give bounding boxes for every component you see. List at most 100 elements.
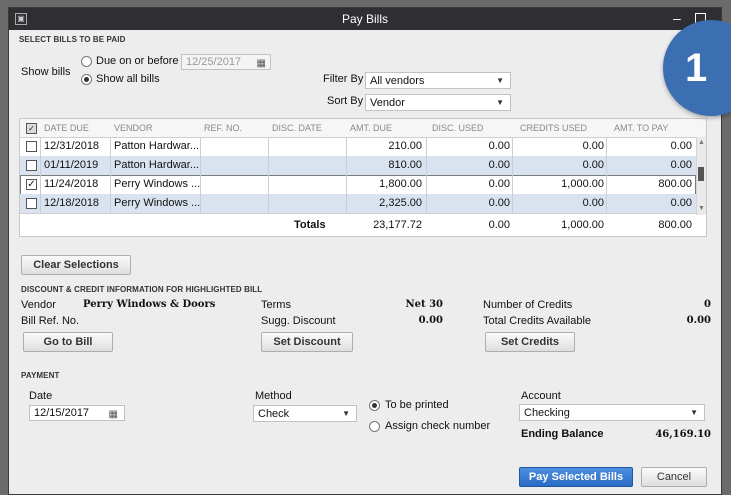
disc-used-cell[interactable]: 0.00 [428, 197, 510, 209]
amt-to-pay-cell[interactable]: 0.00 [608, 140, 692, 152]
method-label: Method [255, 390, 292, 402]
credits-used-cell[interactable]: 0.00 [514, 159, 604, 171]
credits-used-cell[interactable]: 1,000.00 [514, 178, 604, 190]
table-row[interactable]: 12/31/2018 Patton Hardwar... 210.00 0.00… [20, 137, 696, 157]
minimize-icon[interactable]: – [673, 11, 681, 25]
row-checkbox[interactable] [26, 160, 37, 171]
vendor-label: Vendor [21, 299, 56, 311]
header-amt-due[interactable]: AMT. DUE [350, 123, 392, 133]
account-value: Checking [524, 407, 570, 419]
num-credits-label: Number of Credits [483, 299, 573, 311]
cancel-button[interactable]: Cancel [641, 467, 707, 487]
date-due-cell: 11/24/2018 [44, 178, 99, 190]
amt-due-cell: 210.00 [388, 140, 422, 152]
credits-used-cell[interactable]: 0.00 [514, 197, 604, 209]
total-amt-due: 23,177.72 [373, 219, 422, 231]
method-dropdown[interactable]: Check ▼ [253, 405, 357, 422]
vendor-cell: Perry Windows ... [114, 178, 201, 190]
assign-check-number-radio[interactable] [369, 421, 380, 432]
column-divider [346, 137, 347, 213]
header-credits-used[interactable]: CREDITS USED [520, 123, 587, 133]
amt-to-pay-cell[interactable]: 0.00 [608, 197, 692, 209]
table-scrollbar[interactable]: ▲ ▼ [696, 137, 706, 215]
disc-used-cell[interactable]: 0.00 [428, 178, 510, 190]
show-bills-label: Show bills [21, 66, 71, 78]
header-amt-to-pay[interactable]: AMT. TO PAY [614, 123, 668, 133]
scroll-up-icon[interactable]: ▲ [698, 139, 705, 146]
set-credits-button[interactable]: Set Credits [485, 332, 575, 352]
account-dropdown[interactable]: Checking ▼ [519, 404, 705, 421]
table-row[interactable]: 12/18/2018 Perry Windows ... 2,325.00 0.… [20, 194, 696, 214]
filter-by-label: Filter By [323, 73, 364, 85]
bills-table: ✓ DATE DUE VENDOR REF. NO. DISC. DATE AM… [19, 118, 707, 237]
assign-check-number-label: Assign check number [385, 420, 491, 432]
column-divider [606, 137, 607, 213]
show-all-bills-radio[interactable] [81, 74, 92, 85]
terms-label: Terms [261, 299, 291, 311]
column-divider [426, 137, 427, 213]
calendar-icon[interactable]: ▦ [109, 408, 118, 421]
row-checkbox-checked[interactable]: ✓ [26, 179, 37, 190]
disc-used-cell[interactable]: 0.00 [428, 140, 510, 152]
header-vendor[interactable]: VENDOR [114, 123, 153, 133]
bill-ref-label: Bill Ref. No. [21, 315, 80, 327]
table-row[interactable]: 01/11/2019 Patton Hardwar... 810.00 0.00… [20, 156, 696, 176]
ending-balance-value: 46,169.10 [655, 429, 711, 440]
scroll-down-icon[interactable]: ▼ [698, 205, 705, 212]
chevron-down-icon: ▼ [342, 409, 350, 418]
header-disc-used[interactable]: DISC. USED [432, 123, 484, 133]
calendar-icon[interactable]: ▦ [257, 57, 266, 70]
due-on-before-radio[interactable] [81, 56, 92, 67]
pay-bills-window: ▣ Pay Bills – SELECT BILLS TO BE PAID Sh… [8, 7, 722, 495]
filter-by-dropdown[interactable]: All vendors ▼ [365, 72, 511, 89]
title-bar: ▣ Pay Bills – [9, 8, 721, 30]
select-all-checkbox[interactable]: ✓ [26, 123, 37, 134]
row-checkbox[interactable] [26, 141, 37, 152]
column-divider [268, 137, 269, 213]
clear-selections-button[interactable]: Clear Selections [21, 255, 131, 275]
pay-selected-bills-button[interactable]: Pay Selected Bills [519, 467, 633, 487]
date-due-cell: 12/18/2018 [44, 197, 100, 209]
chevron-down-icon: ▼ [690, 408, 698, 417]
discount-section-title: DISCOUNT & CREDIT INFORMATION FOR HIGHLI… [21, 285, 263, 294]
credits-used-cell[interactable]: 0.00 [514, 140, 604, 152]
column-divider [110, 137, 111, 213]
total-disc-used: 0.00 [488, 219, 510, 231]
total-credits-used: 1,000.00 [561, 219, 604, 231]
to-be-printed-label: To be printed [385, 399, 449, 411]
select-bills-section-title: SELECT BILLS TO BE PAID [19, 35, 126, 44]
header-disc-date[interactable]: DISC. DATE [272, 123, 322, 133]
to-be-printed-radio[interactable] [369, 400, 380, 411]
due-date-field[interactable]: 12/25/2017 ▦ [181, 54, 271, 70]
vendor-value: Perry Windows & Doors [83, 299, 216, 310]
amt-to-pay-cell[interactable]: 0.00 [608, 159, 692, 171]
table-header: ✓ DATE DUE VENDOR REF. NO. DISC. DATE AM… [20, 119, 706, 138]
vendor-cell: Patton Hardwar... [114, 140, 199, 152]
header-date-due[interactable]: DATE DUE [44, 123, 89, 133]
show-all-bills-label: Show all bills [96, 73, 160, 85]
payment-date-field[interactable]: 12/15/2017 ▦ [29, 405, 125, 421]
chevron-down-icon: ▼ [496, 98, 504, 107]
filter-by-value: All vendors [370, 75, 425, 87]
due-date-value: 12/25/2017 [186, 56, 242, 68]
date-due-cell: 01/11/2019 [44, 159, 99, 171]
payment-section-title: PAYMENT [21, 371, 60, 380]
ending-balance-label: Ending Balance [521, 428, 604, 440]
vendor-cell: Patton Hardwar... [114, 159, 199, 171]
total-credits-value: 0.00 [686, 315, 711, 326]
go-to-bill-button[interactable]: Go to Bill [23, 332, 113, 352]
totals-label: Totals [294, 219, 326, 231]
method-value: Check [258, 408, 290, 420]
set-discount-button[interactable]: Set Discount [261, 332, 353, 352]
row-checkbox[interactable] [26, 198, 37, 209]
amt-to-pay-cell[interactable]: 800.00 [608, 178, 692, 190]
total-amt-to-pay: 800.00 [658, 219, 692, 231]
disc-used-cell[interactable]: 0.00 [428, 159, 510, 171]
scroll-thumb[interactable] [698, 167, 704, 181]
sort-by-dropdown[interactable]: Vendor ▼ [365, 94, 511, 111]
header-ref-no[interactable]: REF. NO. [204, 123, 242, 133]
table-row-highlighted[interactable]: ✓ 11/24/2018 Perry Windows ... 1,800.00 … [20, 175, 696, 195]
due-on-before-label: Due on or before [96, 55, 179, 67]
account-label: Account [521, 390, 561, 402]
column-divider [200, 137, 201, 213]
